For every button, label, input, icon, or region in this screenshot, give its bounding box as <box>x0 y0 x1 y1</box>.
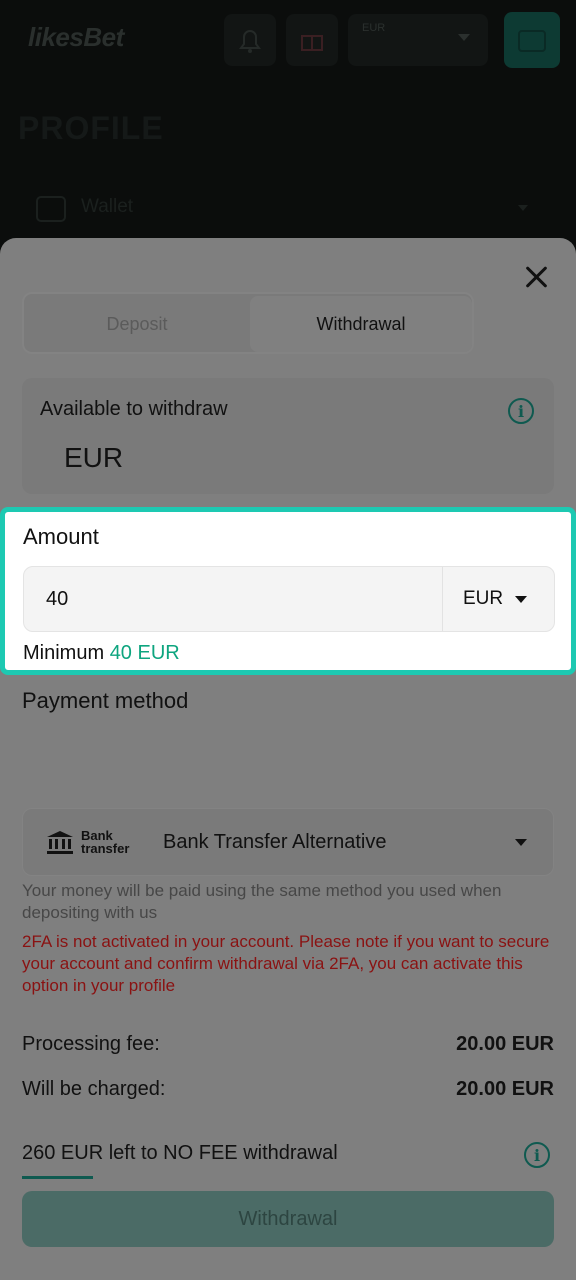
close-button[interactable] <box>522 262 552 292</box>
tab-withdrawal[interactable]: Withdrawal <box>250 296 472 352</box>
minimum-label: Minimum <box>23 642 105 664</box>
amount-currency-label: EUR <box>463 588 504 609</box>
logo[interactable]: likesBet <box>28 22 124 53</box>
available-label: Available to withdraw <box>40 398 228 420</box>
info-icon[interactable]: i <box>508 398 534 424</box>
header-currency-label: EUR <box>362 22 386 34</box>
charged-label: Will be charged: <box>22 1078 166 1100</box>
page-title: PROFILE <box>18 110 164 146</box>
notifications-button[interactable] <box>224 14 276 66</box>
payment-note: Your money will be paid using the same m… <box>22 881 502 922</box>
promo-button[interactable] <box>286 14 338 66</box>
minimum-value: 40 EUR <box>109 642 180 664</box>
info-icon[interactable]: i <box>524 1142 550 1168</box>
header-wallet-button[interactable] <box>504 12 560 68</box>
payment-method-select[interactable]: Bank transfer Bank Transfer Alternative <box>22 808 554 876</box>
no-fee-text: 260 EUR left to NO FEE withdrawal <box>22 1142 338 1164</box>
withdraw-button[interactable]: Withdrawal <box>22 1191 554 1247</box>
caret-down-icon <box>515 596 527 603</box>
gift-icon <box>301 35 323 51</box>
bank-transfer-logo: Bank transfer <box>47 829 143 857</box>
payment-method-title: Payment method <box>22 688 189 713</box>
available-balance-card: Available to withdraw EUR i <box>22 378 554 494</box>
minimum-amount: Minimum 40 EUR <box>23 642 180 665</box>
amount-label: Amount <box>23 524 99 549</box>
wallet-icon <box>518 30 546 52</box>
chevron-down-icon <box>458 34 470 41</box>
processing-fee-value: 20.00 EUR <box>456 1033 554 1055</box>
bank-logo-line2: transfer <box>81 841 130 856</box>
processing-fee-label: Processing fee: <box>22 1033 160 1055</box>
wallet-icon <box>36 196 66 222</box>
amount-currency-select[interactable]: EUR <box>443 567 555 631</box>
available-currency: EUR <box>64 442 124 473</box>
tab-deposit[interactable]: Deposit <box>26 296 248 352</box>
payment-method-label: Bank Transfer Alternative <box>163 831 387 853</box>
tabs: Deposit Withdrawal <box>22 292 474 354</box>
no-fee-progress <box>22 1176 554 1179</box>
bank-logo-text: Bank transfer <box>81 829 129 855</box>
caret-down-icon <box>515 839 527 846</box>
bank-icon <box>47 831 73 854</box>
wallet-label: Wallet <box>81 196 134 217</box>
processing-fee-row: Processing fee: 20.00 EUR <box>22 1033 554 1061</box>
amount-card: Amount EUR Minimum 40 EUR <box>0 507 576 675</box>
bell-icon <box>239 30 261 53</box>
amount-field: EUR <box>23 566 555 632</box>
charged-row: Will be charged: 20.00 EUR <box>22 1078 554 1106</box>
charged-value: 20.00 EUR <box>456 1078 554 1100</box>
chevron-down-icon <box>518 205 528 211</box>
no-fee-progress-fill <box>22 1176 93 1179</box>
amount-input[interactable] <box>24 567 442 631</box>
app-header: likesBet EUR <box>0 0 576 80</box>
2fa-warning: 2FA is not activated in your account. Pl… <box>22 932 550 995</box>
wallet-section-toggle[interactable]: Wallet <box>36 194 546 226</box>
header-currency-select[interactable]: EUR <box>348 14 488 66</box>
